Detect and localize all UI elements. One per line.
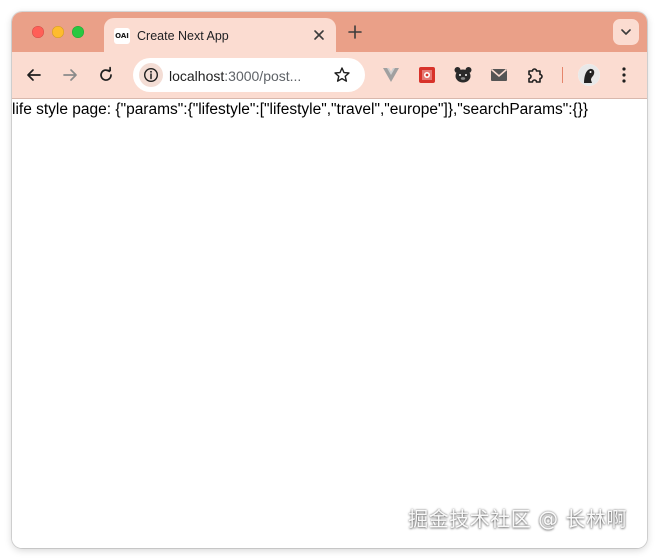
reload-icon[interactable] [97,66,115,84]
toolbar: localhost:3000/post... [12,52,647,99]
tab-strip: OAI Create Next App [12,12,647,52]
watermark-text: 掘金技术社区 @ 长林啊 [408,507,627,531]
tab-title: Create Next App [137,29,229,43]
zoom-window-button[interactable] [72,26,84,38]
browser-window: OAI Create Next App localhost:3000/post.… [12,12,647,548]
profile-avatar[interactable] [578,64,600,86]
close-icon[interactable] [313,29,325,41]
url-text: localhost:3000/post... [169,68,301,84]
plus-icon[interactable] [347,24,363,40]
kebab-menu-icon[interactable] [618,66,630,84]
star-icon[interactable] [333,66,351,84]
page-content: life style page: {"params":{"lifestyle":… [12,99,647,548]
info-icon [143,67,159,83]
url-rest: :3000/post... [224,68,302,84]
puzzle-icon[interactable] [525,65,545,85]
favicon-icon: OAI [114,28,130,44]
red-extension-icon[interactable] [417,65,437,85]
close-window-button[interactable] [32,26,44,38]
page-output-text: life style page: {"params":{"lifestyle":… [12,101,589,118]
back-arrow-icon[interactable] [25,66,43,84]
forward-arrow-icon[interactable] [61,66,79,84]
chevron-down-icon [621,29,631,35]
tab-search-button[interactable] [613,19,639,45]
url-host: localhost [169,68,225,84]
mail-extension-icon[interactable] [489,65,509,85]
minimize-window-button[interactable] [52,26,64,38]
address-bar[interactable]: localhost:3000/post... [133,58,365,92]
site-info-button[interactable] [139,63,163,87]
bear-extension-icon[interactable] [453,65,473,85]
vue-devtools-extension-icon[interactable] [381,65,401,85]
tab-create-next-app[interactable]: OAI Create Next App [104,18,336,52]
toolbar-divider [562,67,563,83]
avatar-icon [578,64,600,86]
